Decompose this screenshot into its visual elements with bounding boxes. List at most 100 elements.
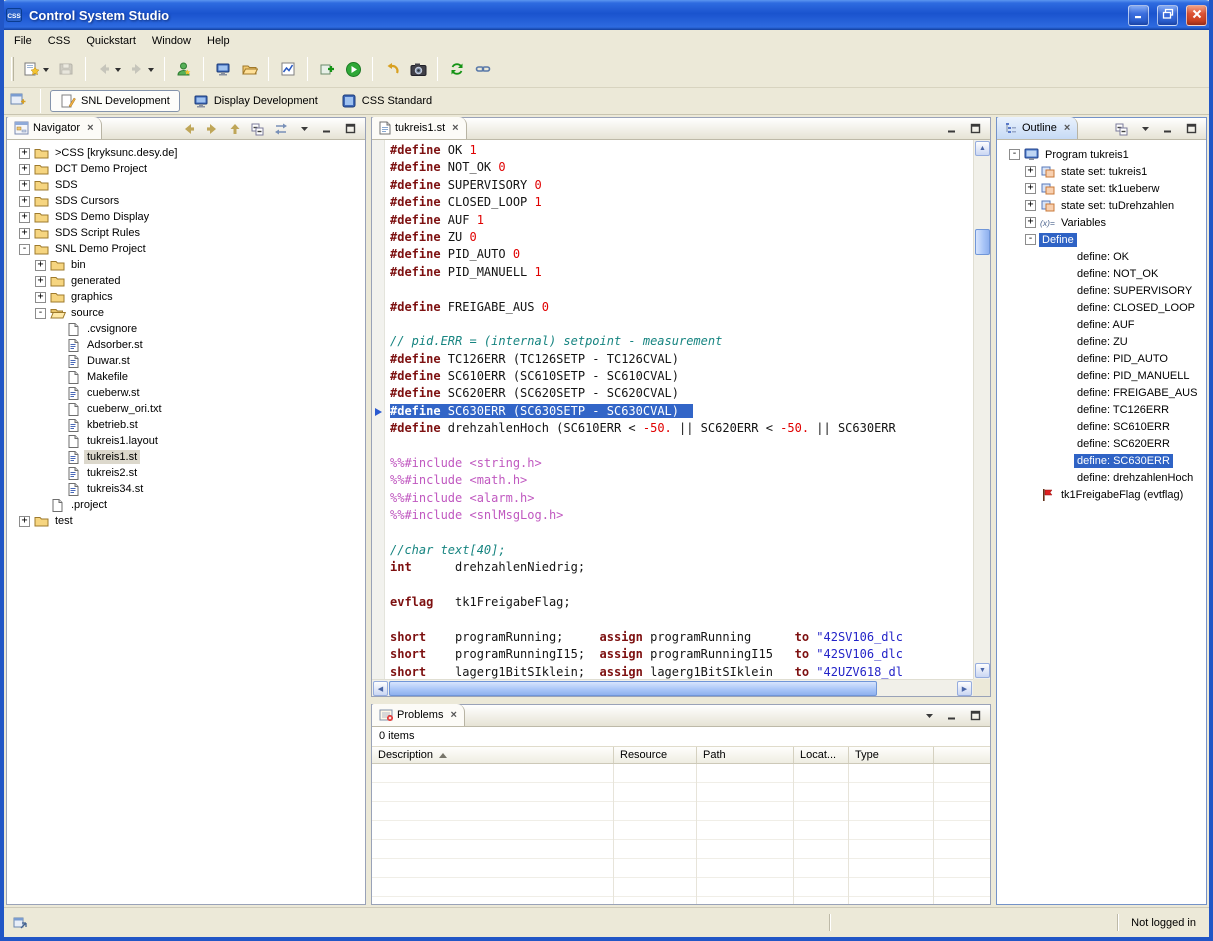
save-button[interactable] [53,56,79,82]
navigator-tree-item[interactable]: tukreis2.st [7,465,365,481]
outline-tree-item[interactable]: define: CLOSED_LOOP [997,299,1206,316]
code-line[interactable]: #define SC610ERR (SC610SETP - SC610CVAL) [390,368,973,385]
scroll-up-button[interactable]: ▲ [975,141,990,156]
navigator-tree-item[interactable]: tukreis1.layout [7,433,365,449]
outline-tree-item[interactable]: define: SC630ERR [997,452,1206,469]
navigator-tree-item[interactable]: -source [7,305,365,321]
collapse-icon[interactable]: - [35,308,46,319]
perspective-css-standard[interactable]: CSS Standard [331,90,442,112]
scroll-down-button[interactable]: ▼ [975,663,990,678]
problems-tab[interactable]: Problems × [372,704,465,726]
outline-tree-item[interactable]: +(x)=Variables [997,214,1206,231]
perspective-snl-development[interactable]: SNL Development [50,90,180,112]
navigator-tree-item[interactable]: +bin [7,257,365,273]
collapse-icon[interactable]: - [1009,149,1020,160]
column-header-path[interactable]: Path [697,747,794,763]
new-wizard-button[interactable] [19,56,53,82]
dropdown-arrow-icon[interactable] [115,68,121,75]
code-line[interactable] [390,281,973,298]
camera-button[interactable] [405,56,431,82]
open-perspective-button[interactable] [5,90,31,112]
close-tab-icon[interactable]: × [452,122,458,134]
restore-window-button[interactable] [1157,5,1178,26]
expand-icon[interactable]: + [35,292,46,303]
view-menu-button[interactable] [921,708,937,724]
maximize-button[interactable] [967,708,983,724]
code-line[interactable]: int drehzahlenNiedrig; [390,559,973,576]
code-line[interactable] [390,316,973,333]
add-view-button[interactable] [314,56,340,82]
chart-button[interactable] [275,56,301,82]
outline-tree-item[interactable]: tk1FreigabeFlag (evtflag) [997,486,1206,503]
close-window-button[interactable] [1186,5,1207,26]
code-line[interactable]: #define PID_MANUELL 1 [390,264,973,281]
back-nav-button[interactable] [181,121,197,137]
outline-tree-item[interactable]: -Define [997,231,1206,248]
expand-icon[interactable]: + [19,164,30,175]
code-line[interactable]: #define PID_AUTO 0 [390,246,973,263]
code-line[interactable]: #define NOT_OK 0 [390,159,973,176]
up-nav-button[interactable] [227,121,243,137]
expand-icon[interactable]: + [1025,217,1036,228]
dropdown-arrow-icon[interactable] [148,68,154,75]
code-line[interactable]: //char text[40]; [390,542,973,559]
minimize-button[interactable] [319,121,335,137]
navigator-tree-item[interactable]: Makefile [7,369,365,385]
maximize-button[interactable] [1183,121,1199,137]
code-line[interactable]: short programRunningI15; assign programR… [390,646,973,663]
code-line[interactable]: #define OK 1 [390,142,973,159]
navigator-tree-item[interactable]: cueberw.st [7,385,365,401]
close-tab-icon[interactable]: × [87,122,93,134]
navigator-tree-item[interactable]: .cvsignore [7,321,365,337]
menu-css[interactable]: CSS [40,32,79,50]
code-line[interactable]: #define TC126ERR (TC126SETP - TC126CVAL) [390,351,973,368]
outline-tree-item[interactable]: define: OK [997,248,1206,265]
editor-horizontal-scrollbar[interactable]: ◀ ▶ [372,679,973,696]
expand-icon[interactable]: + [19,516,30,527]
navigator-tree-item[interactable]: Adsorber.st [7,337,365,353]
menu-file[interactable]: File [6,32,40,50]
outline-tree-item[interactable]: define: AUF [997,316,1206,333]
navigator-tree-item[interactable]: cueberw_ori.txt [7,401,365,417]
maximize-button[interactable] [342,121,358,137]
horizontal-scroll-thumb[interactable] [389,681,877,696]
link-button[interactable] [470,56,496,82]
expand-icon[interactable]: + [19,180,30,191]
code-line[interactable] [390,438,973,455]
run-button[interactable] [340,56,366,82]
forward-button[interactable] [125,56,158,82]
editor-tab[interactable]: tukreis1.st × [372,117,467,139]
menu-quickstart[interactable]: Quickstart [78,32,144,50]
minimize-button[interactable] [944,708,960,724]
navigator-tree-item[interactable]: +>CSS [kryksunc.desy.de] [7,145,365,161]
code-line[interactable]: %%#include <snlMsgLog.h> [390,507,973,524]
expand-icon[interactable]: + [19,196,30,207]
collapse-icon[interactable]: - [19,244,30,255]
back-button[interactable] [92,56,125,82]
collapse-icon[interactable]: - [1025,234,1036,245]
minimize-button[interactable] [1160,121,1176,137]
code-line[interactable]: #define SUPERVISORY 0 [390,177,973,194]
code-line[interactable]: // pid.ERR = (internal) setpoint - measu… [390,333,973,350]
display-button[interactable] [210,56,236,82]
collapse-all-button[interactable] [1114,121,1130,137]
outline-tree-item[interactable]: define: SUPERVISORY [997,282,1206,299]
navigator-tree-item[interactable]: -SNL Demo Project [7,241,365,257]
close-tab-icon[interactable]: × [450,709,456,721]
outline-tree-item[interactable]: +state set: tk1ueberw [997,180,1206,197]
login-button[interactable] [171,56,197,82]
menu-help[interactable]: Help [199,32,238,50]
navigator-tree-item[interactable]: +graphics [7,289,365,305]
editor-vertical-scrollbar[interactable]: ▲ ▼ [973,140,990,679]
navigator-tree-item[interactable]: +SDS [7,177,365,193]
outline-tree-item[interactable]: define: SC610ERR [997,418,1206,435]
outline-tab[interactable]: Outline × [997,117,1078,139]
code-line[interactable]: #define AUF 1 [390,212,973,229]
code-line[interactable]: short programRunning; assign programRunn… [390,629,973,646]
navigator-tab[interactable]: Navigator × [7,117,102,139]
dropdown-arrow-icon[interactable] [43,68,49,75]
open-folder-button[interactable] [236,56,262,82]
collapse-all-button[interactable] [250,121,266,137]
outline-tree-item[interactable]: -Program tukreis1 [997,146,1206,163]
forward-nav-button[interactable] [204,121,220,137]
